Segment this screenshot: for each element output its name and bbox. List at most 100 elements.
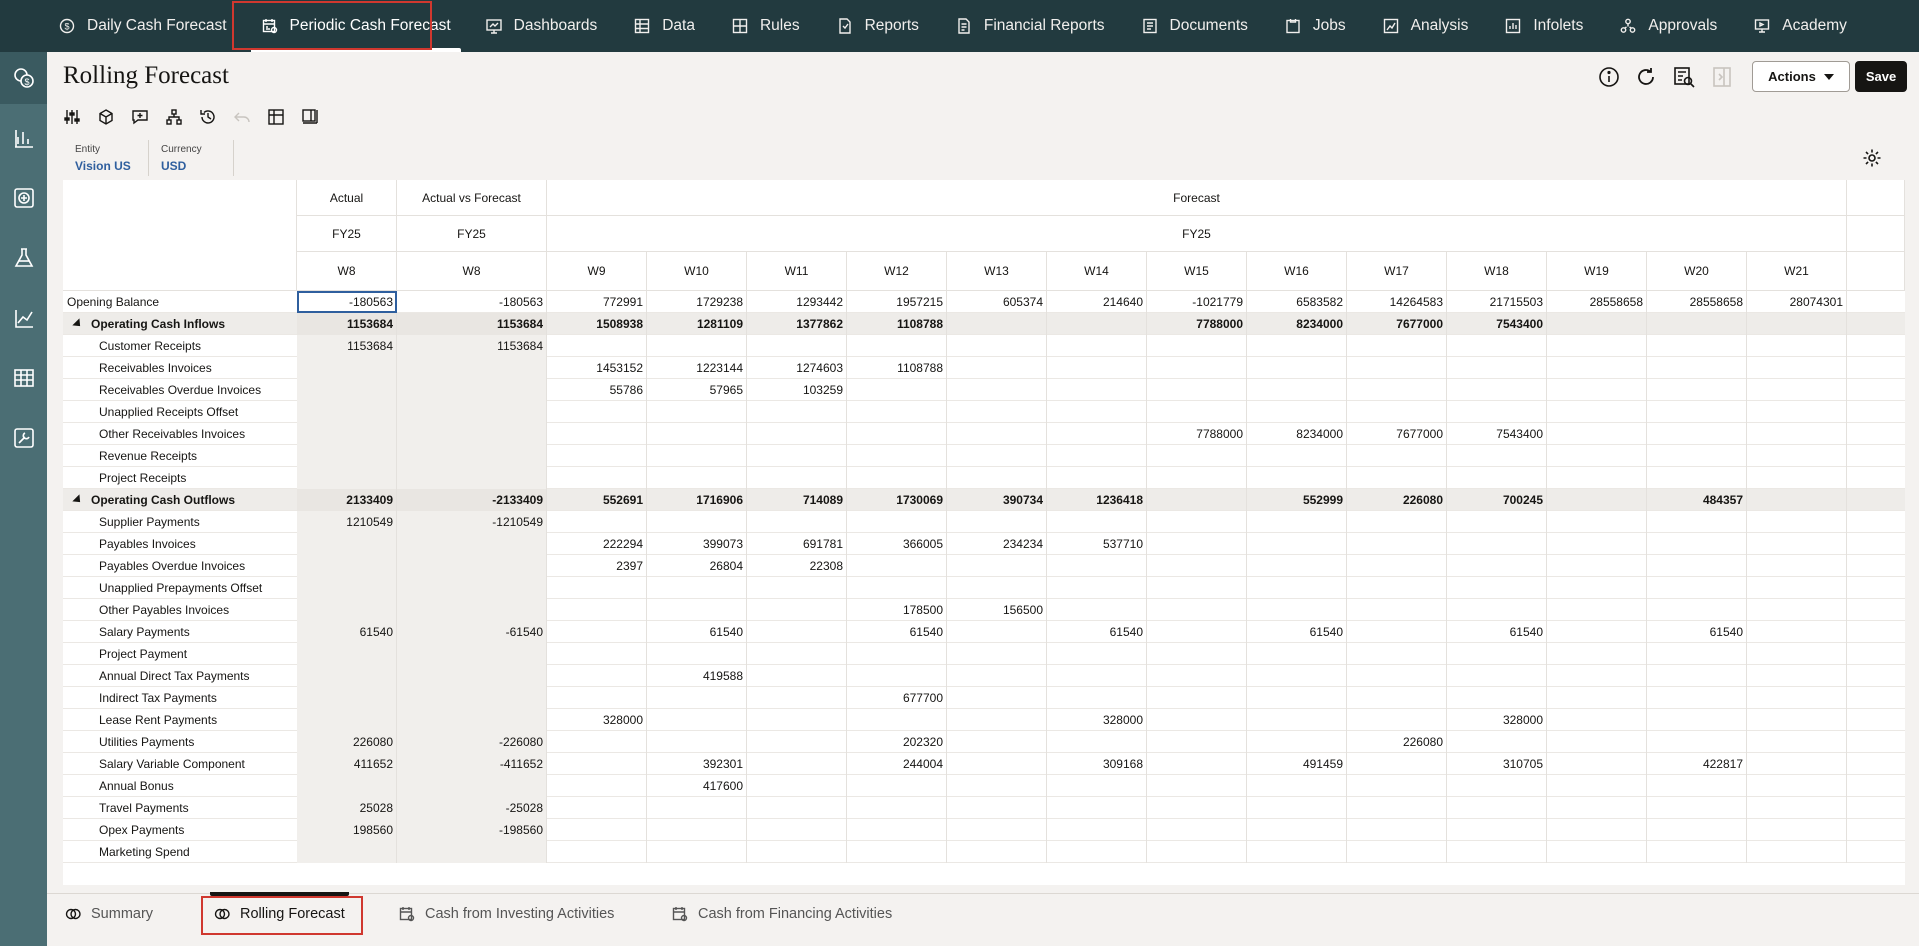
row-header[interactable]: Annual Direct Tax Payments: [63, 665, 297, 687]
grid-cell[interactable]: [647, 511, 747, 533]
grid-cell[interactable]: [747, 599, 847, 621]
grid-cell[interactable]: [1147, 467, 1247, 489]
grid-cell[interactable]: [1647, 775, 1747, 797]
grid-cell[interactable]: [1347, 335, 1447, 357]
grid-cell[interactable]: [647, 577, 747, 599]
row-header[interactable]: Annual Bonus: [63, 775, 297, 797]
grid-cell[interactable]: [947, 335, 1047, 357]
row-header[interactable]: Project Receipts: [63, 467, 297, 489]
grid-cell[interactable]: [1547, 775, 1647, 797]
grid-cell[interactable]: 7543400: [1447, 313, 1547, 335]
grid-cell[interactable]: [397, 401, 547, 423]
grid-cell[interactable]: [647, 819, 747, 841]
grid-cell[interactable]: [1347, 665, 1447, 687]
grid-cell[interactable]: [1147, 621, 1247, 643]
grid-cell[interactable]: [1347, 555, 1447, 577]
rail-trend-icon[interactable]: [0, 292, 47, 344]
grid-cell[interactable]: [947, 775, 1047, 797]
grid-cell[interactable]: 1281109: [647, 313, 747, 335]
row-header[interactable]: Payables Overdue Invoices: [63, 555, 297, 577]
grid-cell[interactable]: 7677000: [1347, 313, 1447, 335]
sliders-icon[interactable]: [63, 108, 81, 126]
grid-cell[interactable]: 392301: [647, 753, 747, 775]
grid-cell[interactable]: -25028: [397, 797, 547, 819]
grid-cell[interactable]: [1347, 819, 1447, 841]
grid-cell[interactable]: [1647, 599, 1747, 621]
grid-cell[interactable]: [1747, 401, 1847, 423]
grid-cell[interactable]: [1747, 555, 1847, 577]
grid-cell[interactable]: 422817: [1647, 753, 1747, 775]
grid-cell[interactable]: [1247, 379, 1347, 401]
grid-cell[interactable]: [747, 445, 847, 467]
grid-cell[interactable]: [1247, 687, 1347, 709]
pov-currency[interactable]: Currency USD: [149, 138, 202, 178]
grid-cell[interactable]: [947, 687, 1047, 709]
grid-cell[interactable]: 234234: [947, 533, 1047, 555]
grid-cell[interactable]: [1747, 687, 1847, 709]
row-header[interactable]: Opening Balance: [63, 291, 297, 313]
grid-cell[interactable]: [1647, 577, 1747, 599]
grid-cell[interactable]: 328000: [1047, 709, 1147, 731]
row-header[interactable]: Receivables Overdue Invoices: [63, 379, 297, 401]
grid-cell[interactable]: 8234000: [1247, 313, 1347, 335]
grid-cell[interactable]: 7788000: [1147, 423, 1247, 445]
grid-cell[interactable]: 772991: [547, 291, 647, 313]
nav-tab-jobs[interactable]: Jobs: [1266, 0, 1364, 52]
grid-cell[interactable]: 2133409: [297, 489, 397, 511]
grid-cell[interactable]: 1293442: [747, 291, 847, 313]
inspect-report-icon[interactable]: [1671, 64, 1697, 90]
grid-cell[interactable]: [1747, 489, 1847, 511]
grid-cell[interactable]: [847, 643, 947, 665]
grid-cell[interactable]: 103259: [747, 379, 847, 401]
grid-cell[interactable]: [1647, 335, 1747, 357]
grid-cell[interactable]: [947, 753, 1047, 775]
grid-cell[interactable]: [1647, 423, 1747, 445]
grid-cell[interactable]: [847, 555, 947, 577]
info-icon[interactable]: [1596, 64, 1622, 90]
grid-cell[interactable]: [1147, 577, 1247, 599]
grid-cell[interactable]: [1647, 687, 1747, 709]
grid-cell[interactable]: 552691: [547, 489, 647, 511]
grid-cell[interactable]: [1647, 797, 1747, 819]
grid-cell[interactable]: [847, 775, 947, 797]
grid-cell[interactable]: [547, 467, 647, 489]
grid-cell[interactable]: [1147, 797, 1247, 819]
grid-cell[interactable]: [1747, 599, 1847, 621]
grid-cell[interactable]: [1247, 401, 1347, 423]
grid-cell[interactable]: [1647, 555, 1747, 577]
grid-cell[interactable]: [397, 445, 547, 467]
grid-cell[interactable]: [1447, 775, 1547, 797]
grid-cell[interactable]: -226080: [397, 731, 547, 753]
grid-cell[interactable]: [547, 401, 647, 423]
grid-cell[interactable]: 1153684: [297, 313, 397, 335]
grid-cell[interactable]: [547, 511, 647, 533]
grid-cell[interactable]: [647, 687, 747, 709]
grid-cell[interactable]: [1147, 819, 1247, 841]
grid-cell[interactable]: [1347, 753, 1447, 775]
grid-cell[interactable]: -411652: [397, 753, 547, 775]
grid-cell[interactable]: [647, 467, 747, 489]
grid-cell[interactable]: [1247, 533, 1347, 555]
grid-cell[interactable]: [947, 841, 1047, 863]
grid-cell[interactable]: [647, 797, 747, 819]
grid-cell[interactable]: 417600: [647, 775, 747, 797]
grid-cell[interactable]: [747, 511, 847, 533]
grid-cell[interactable]: [847, 709, 947, 731]
row-header[interactable]: Salary Payments: [63, 621, 297, 643]
grid-cell[interactable]: [947, 643, 1047, 665]
grid-cell[interactable]: [1447, 643, 1547, 665]
pov-entity[interactable]: Entity Vision US: [63, 138, 131, 178]
grid-cell[interactable]: [397, 577, 547, 599]
grid-cell[interactable]: 214640: [1047, 291, 1147, 313]
grid-cell[interactable]: [847, 467, 947, 489]
grid-cell[interactable]: [1147, 445, 1247, 467]
grid-cell[interactable]: 714089: [747, 489, 847, 511]
nav-tab-rules[interactable]: Rules: [713, 0, 818, 52]
grid-cell[interactable]: [1647, 445, 1747, 467]
comment-icon[interactable]: [131, 108, 149, 126]
grid-cell[interactable]: [747, 467, 847, 489]
grid-cell[interactable]: [847, 445, 947, 467]
grid-cell[interactable]: 6583582: [1247, 291, 1347, 313]
grid-cell[interactable]: [1447, 797, 1547, 819]
grid-cell[interactable]: [1647, 379, 1747, 401]
